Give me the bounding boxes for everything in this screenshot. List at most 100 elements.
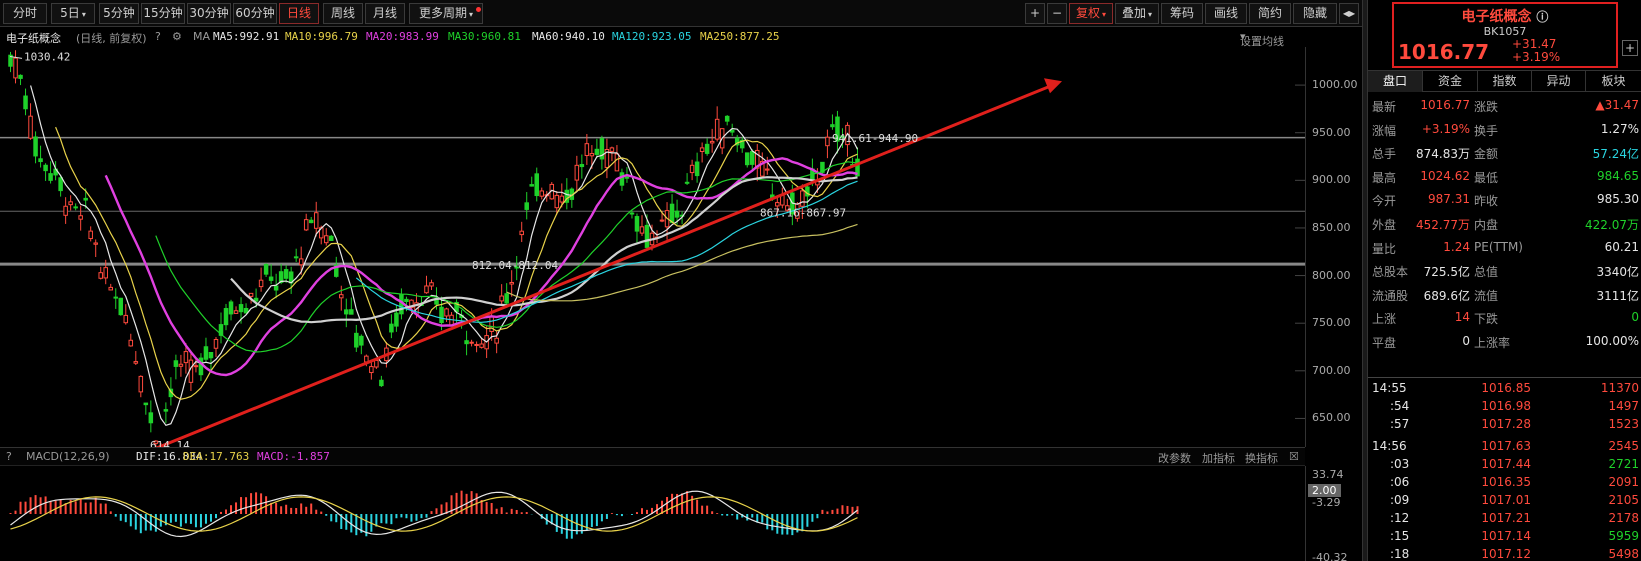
candle <box>128 333 134 347</box>
candle-body <box>38 158 43 163</box>
quote-pct: +3.19% <box>1512 50 1561 64</box>
period-60min[interactable]: 60分钟 <box>233 3 277 24</box>
tab-orderbook[interactable]: 盘口 <box>1368 71 1423 92</box>
candle <box>389 314 394 339</box>
period-30min[interactable]: 30分钟 <box>187 3 231 24</box>
help-icon[interactable]: ? <box>155 30 161 43</box>
draw-line-label: 画线 <box>1213 6 1238 20</box>
chips-button[interactable]: 筹码 <box>1161 3 1203 24</box>
candle <box>699 142 705 163</box>
switch-indicator-link[interactable]: 换指标 <box>1245 450 1278 466</box>
stat-label: 换手 <box>1474 123 1499 138</box>
tick-volume: 2721 <box>1608 457 1639 471</box>
ma-lines <box>30 85 859 427</box>
tick-price: 1017.01 <box>1481 493 1531 507</box>
candle-body <box>73 206 78 209</box>
zoom-out-button[interactable]: − <box>1047 3 1067 24</box>
candle-body <box>208 351 214 359</box>
period-intraday[interactable]: 分时 <box>3 3 47 24</box>
candle-body <box>354 332 359 348</box>
candle <box>23 88 28 116</box>
period-5day[interactable]: 5日 ▾ <box>51 3 95 24</box>
period-more[interactable]: 更多周期 ▾ <box>409 3 483 24</box>
candle-body <box>143 402 149 406</box>
sidebar-tabs: 盘口 资金 指数 异动 板块 <box>1368 70 1641 92</box>
stat-label: 内盘 <box>1474 218 1499 232</box>
hide-button[interactable]: 隐藏 <box>1293 3 1337 24</box>
candle-body <box>509 281 514 285</box>
change-params-link[interactable]: 改参数 <box>1158 450 1191 466</box>
candle-body <box>404 298 409 303</box>
candle-body <box>584 143 590 157</box>
period-label: 月线 <box>372 6 397 20</box>
candle-body <box>800 190 805 207</box>
candle <box>765 156 770 175</box>
stat-label: 流通股 <box>1372 288 1409 303</box>
stat-value: 725.5亿 <box>1423 265 1470 280</box>
candle-body <box>213 338 219 349</box>
candle <box>604 138 610 179</box>
help-icon[interactable]: ? <box>6 450 12 463</box>
candle-body <box>193 365 199 368</box>
stat-value: 689.6亿 <box>1423 288 1470 303</box>
price-axis-label: 700.00 <box>1312 363 1351 377</box>
stat-label: 总股本 <box>1372 265 1409 280</box>
tab-movers[interactable]: 异动 <box>1532 71 1586 92</box>
panel-toggle-button[interactable]: ◀▶ <box>1339 3 1359 24</box>
tick-price: 1017.21 <box>1481 511 1531 525</box>
candle <box>579 154 585 179</box>
price-axis-label: 650.00 <box>1312 411 1351 425</box>
close-icon[interactable]: ☒ <box>1289 450 1299 463</box>
candle-body <box>223 308 229 326</box>
info-icon[interactable]: ⓘ <box>1536 10 1548 24</box>
candle-body <box>825 136 830 147</box>
toolbar: 分时 5日 ▾ 5分钟 15分钟 30分钟 60分钟 日线 周线 月线 更多周期 ▾… <box>0 0 1362 27</box>
notification-dot <box>476 7 481 12</box>
candle <box>509 270 514 297</box>
candle <box>88 226 93 242</box>
stat-row: 总股本 725.5亿 总值 3340亿 <box>1368 259 1641 282</box>
draw-line-button[interactable]: 画线 <box>1205 3 1247 24</box>
candle-body <box>273 285 279 291</box>
candlestick-chart[interactable]: 1030.42 614.14 941.61-944.90 867.16-867.97 8… <box>0 47 1305 447</box>
add-watchlist-button[interactable]: + <box>1622 40 1638 56</box>
ma-settings-link[interactable]: 设置均线 ▾ <box>1240 30 1284 48</box>
period-weekly[interactable]: 周线 <box>323 3 363 24</box>
candle <box>529 176 534 187</box>
stat-value: 422.07万 <box>1585 218 1639 232</box>
stat-value: 3111亿 <box>1596 288 1639 303</box>
candle-body <box>83 197 88 201</box>
candle <box>694 152 700 183</box>
tick-row: :09 1017.01 2105 <box>1368 492 1641 510</box>
candle <box>354 324 359 352</box>
stat-label: 量比 <box>1372 241 1397 256</box>
stat-value: 0 <box>1462 334 1470 348</box>
period-daily[interactable]: 日线 <box>279 3 319 24</box>
price-axis-label: 800.00 <box>1312 268 1351 282</box>
gear-icon[interactable]: ⚙ <box>172 30 182 43</box>
simple-button[interactable]: 简约 <box>1249 3 1291 24</box>
candle-body <box>108 286 113 291</box>
section-divider <box>1368 377 1641 378</box>
candle-body <box>589 153 595 157</box>
adjust-button[interactable]: 复权 ▾ <box>1069 3 1113 24</box>
candle-body <box>133 361 139 364</box>
period-monthly[interactable]: 月线 <box>365 3 405 24</box>
overlay-button[interactable]: 叠加 ▾ <box>1115 3 1159 24</box>
low-price-label: 614.14 <box>150 439 190 447</box>
period-15min[interactable]: 15分钟 <box>141 3 185 24</box>
period-5min[interactable]: 5分钟 <box>99 3 139 24</box>
tab-sector[interactable]: 板块 <box>1586 71 1641 92</box>
tab-index[interactable]: 指数 <box>1478 71 1532 92</box>
zoom-in-button[interactable]: + <box>1025 3 1045 24</box>
candle <box>614 145 620 172</box>
stat-label: 外盘 <box>1372 218 1397 232</box>
tab-funds[interactable]: 资金 <box>1423 71 1478 92</box>
candle <box>669 194 675 224</box>
candle-body <box>349 309 354 315</box>
candle <box>108 283 113 291</box>
add-indicator-link[interactable]: 加指标 <box>1202 450 1235 466</box>
candle-body <box>579 164 585 168</box>
macd-chart[interactable] <box>0 466 1305 561</box>
candle-body <box>128 339 134 347</box>
